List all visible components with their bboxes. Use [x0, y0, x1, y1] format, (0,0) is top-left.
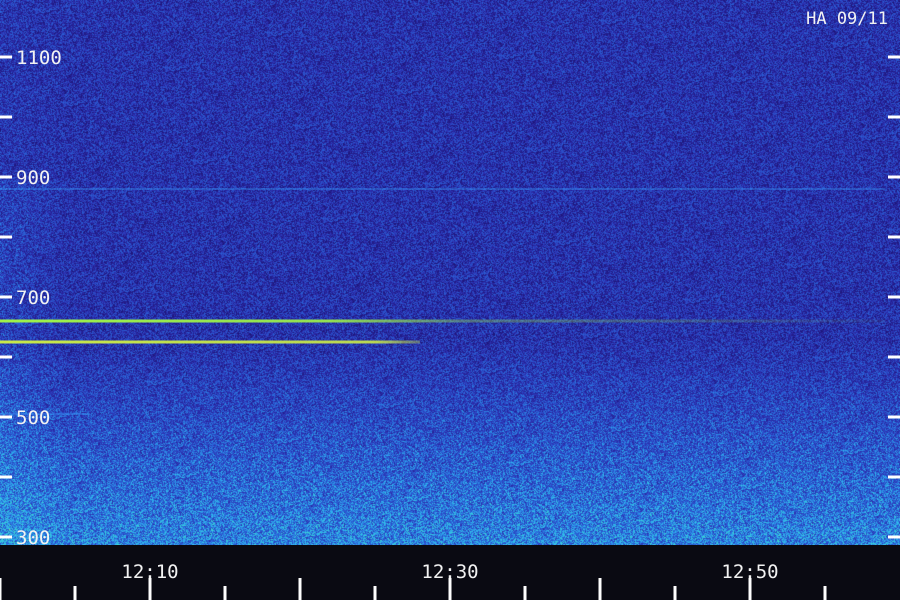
station-date-label: HA 09/11 [806, 9, 888, 29]
x-tick [73, 586, 77, 600]
y-tick-right [888, 415, 900, 419]
y-tick-left [0, 295, 12, 299]
x-tick-label: 12:30 [421, 561, 478, 583]
y-tick-right [888, 115, 900, 119]
x-tick [373, 586, 377, 600]
y-tick-label: 900 [16, 167, 50, 189]
y-tick-right [888, 175, 900, 179]
emission-line-660 [0, 319, 885, 323]
y-tick-right [888, 235, 900, 239]
y-tick-right [888, 295, 900, 299]
x-tick [223, 586, 227, 600]
emission-line-625 [0, 340, 420, 344]
x-tick [298, 578, 302, 600]
y-tick-label: 500 [16, 407, 50, 429]
x-tick [523, 586, 527, 600]
y-tick-left [0, 175, 12, 179]
y-tick-left [0, 415, 12, 419]
x-tick [0, 578, 2, 600]
faint-line-880 [0, 188, 885, 190]
x-tick [673, 586, 677, 600]
spectrogram-intensity-image [0, 0, 900, 545]
y-tick-right [888, 535, 900, 539]
x-tick-label: 12:50 [721, 561, 778, 583]
y-tick-left [0, 115, 12, 119]
y-tick-left [0, 475, 12, 479]
y-tick-left [0, 55, 12, 59]
y-tick-left [0, 355, 12, 359]
y-tick-right [888, 55, 900, 59]
y-tick-label: 700 [16, 287, 50, 309]
y-tick-label: 300 [16, 527, 50, 549]
y-tick-left [0, 535, 12, 539]
y-tick-right [888, 355, 900, 359]
y-tick-left [0, 235, 12, 239]
spectrogram-chart: 300 500 700 900 1100 12:10 12:30 12:50 HA 09/1… [0, 0, 900, 600]
x-tick [598, 578, 602, 600]
x-tick [823, 586, 827, 600]
x-tick-label: 12:10 [121, 561, 178, 583]
y-tick-right [888, 475, 900, 479]
y-tick-label: 1100 [16, 47, 62, 69]
